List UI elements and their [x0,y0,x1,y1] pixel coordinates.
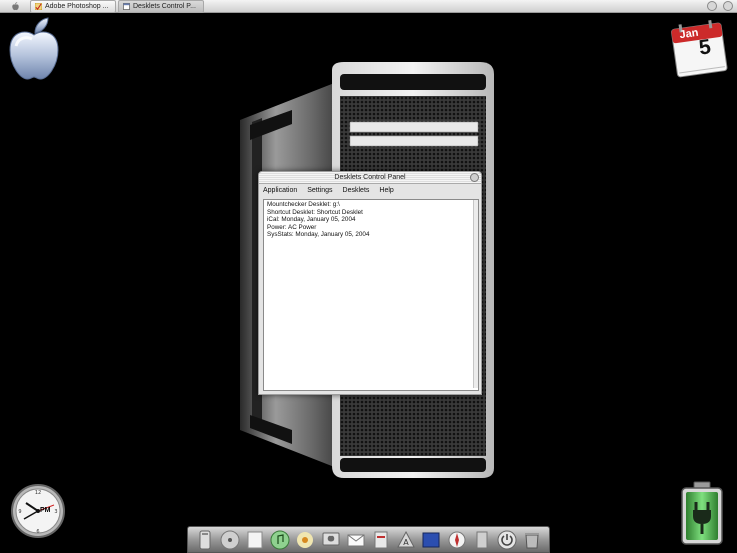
flower-icon [297,531,314,548]
taskbar-item-desklets-control-panel[interactable]: Desklets Control P... [118,0,204,13]
dock-item-trash[interactable] [522,530,542,550]
dock-item-flower[interactable] [295,530,315,550]
dvd-icon [220,530,240,549]
dock: A [187,526,550,553]
menu-application[interactable]: Application [263,187,297,194]
battery-icon[interactable] [678,480,726,546]
note-icon [476,531,488,548]
svg-text:A: A [403,538,409,547]
dock-item-mac[interactable] [321,530,341,550]
desklets-control-panel-window: Desklets Control Panel Application Setti… [258,171,482,395]
menu-bar: Application Settings Desklets Help [259,184,481,197]
trash-icon [525,532,540,548]
close-icon[interactable] [470,173,479,182]
app-store-icon: A [397,530,416,547]
blue-folder-icon [422,532,440,547]
taskbar-item-label: Adobe Photoshop ... [45,2,109,10]
itunes-icon [270,530,290,549]
dock-item-address-book[interactable] [371,530,391,550]
list-item[interactable]: Shortcut Desklet: Shortcut Desklet [267,209,475,217]
dock-item-note[interactable] [472,530,492,550]
dock-item-document[interactable] [245,530,265,550]
window-title: Desklets Control Panel [334,174,406,181]
menu-desklets[interactable]: Desklets [343,187,370,194]
taskbar-item-photoshop[interactable]: Adobe Photoshop ... [30,0,116,13]
window-title-bar[interactable]: Desklets Control Panel [259,172,481,184]
compass-icon [448,531,466,548]
dock-item-dvd[interactable] [220,530,240,550]
svg-text:12: 12 [35,490,41,496]
dock-item-power[interactable] [497,530,517,550]
mail-icon [347,534,365,546]
dock-item-mail[interactable] [346,530,366,550]
calendar-day: 5 [697,35,713,60]
apple-logo-icon [9,17,59,80]
dock-item-app-store[interactable]: A [396,530,416,550]
taskbar-item-label: Desklets Control P... [133,2,196,10]
window-controls [707,1,733,11]
list-item[interactable]: Mountchecker Desklet: g:\ [267,201,475,209]
menu-settings[interactable]: Settings [307,187,332,194]
clock-ampm: PM [40,507,51,514]
svg-text:3: 3 [54,509,57,515]
svg-text:9: 9 [18,509,21,515]
window-icon [123,2,130,10]
list-item[interactable]: Power: AC Power [267,224,475,232]
taskbar: Adobe Photoshop ... Desklets Control P..… [0,0,737,13]
dock-item-blue-folder[interactable] [421,530,441,550]
clock-widget[interactable]: 12 3 6 9 [10,483,66,539]
minimize-button[interactable] [707,1,717,11]
desklet-list[interactable]: Mountchecker Desklet: g:\ Shortcut Deskl… [263,199,479,391]
document-icon [247,531,263,548]
close-button[interactable] [723,1,733,11]
list-item[interactable]: iCal: Monday, January 05, 2004 [267,216,475,224]
svg-text:6: 6 [36,529,39,535]
list-item[interactable]: SysStats: Monday, January 05, 2004 [267,231,475,239]
finder-icon [199,530,211,549]
dock-item-compass[interactable] [447,530,467,550]
mac-icon [322,532,340,545]
scrollbar[interactable] [473,200,478,388]
menu-help[interactable]: Help [379,187,393,194]
photoshop-icon [35,2,42,10]
power-icon [497,530,517,549]
start-button[interactable] [0,0,30,12]
apple-small-icon [11,1,19,10]
dock-item-itunes[interactable] [270,530,290,550]
address-book-icon [374,531,388,548]
dock-item-finder[interactable] [195,530,215,550]
